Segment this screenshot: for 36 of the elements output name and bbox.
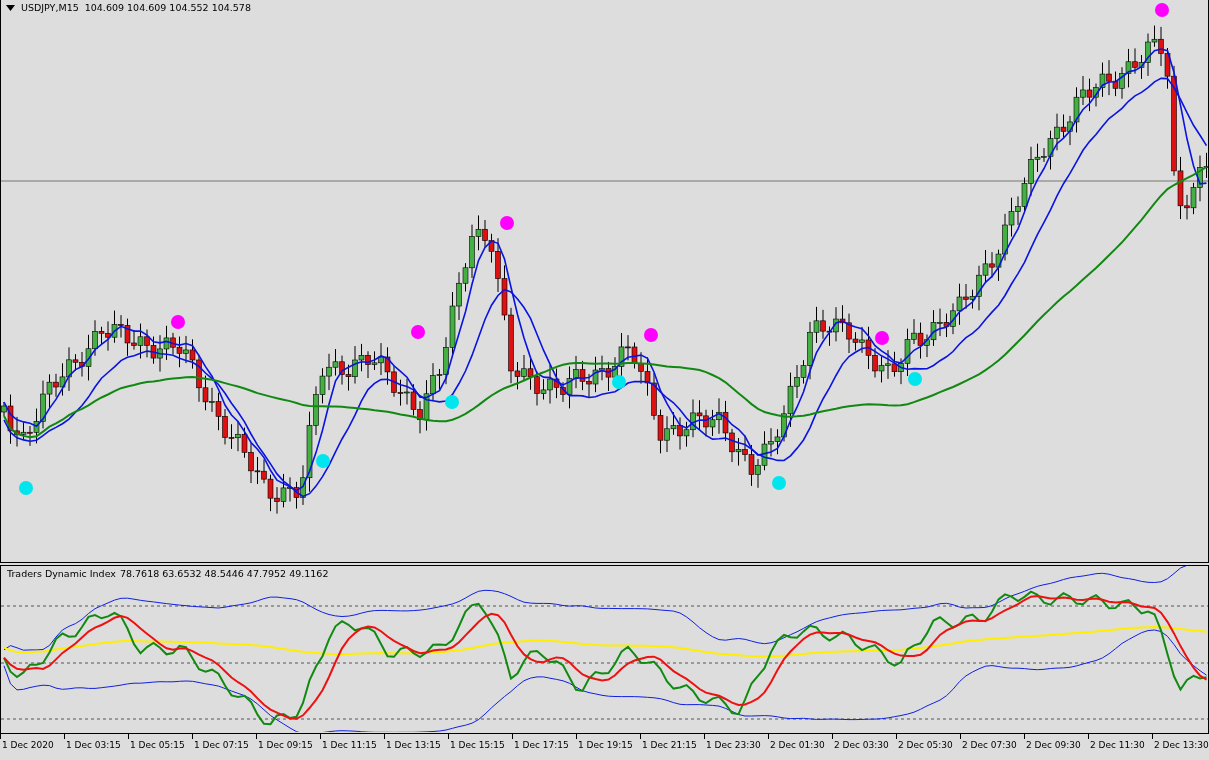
sell-signal-dot: [411, 325, 425, 339]
time-label: 1 Dec 23:30: [706, 740, 761, 751]
time-label: 1 Dec 21:15: [642, 740, 697, 751]
time-label: 1 Dec 17:15: [514, 740, 569, 751]
symbol-label: USDJPY,M15: [21, 2, 79, 13]
buy-signal-dot: [445, 395, 459, 409]
indicator-values: 78.7618 63.6532 48.5446 47.7952 49.1162: [119, 568, 329, 580]
time-label: 1 Dec 13:15: [386, 740, 441, 751]
time-label: 2 Dec 13:30: [1154, 740, 1209, 751]
sell-signal-dot: [644, 328, 658, 342]
time-label: 2 Dec 07:30: [962, 740, 1017, 751]
time-label: 2 Dec 05:30: [898, 740, 953, 751]
buy-signal-dot: [612, 375, 626, 389]
buy-signal-dot: [19, 481, 33, 495]
sell-signal-dot: [875, 331, 889, 345]
time-label: 1 Dec 03:15: [66, 740, 121, 751]
indicator-name: Traders Dynamic Index: [7, 568, 116, 580]
time-label: 2 Dec 11:30: [1090, 740, 1145, 751]
time-label: 2 Dec 01:30: [770, 740, 825, 751]
time-label: 1 Dec 2020: [2, 740, 54, 751]
sell-signal-dot: [171, 315, 185, 329]
time-label: 1 Dec 07:15: [194, 740, 249, 751]
time-label: 1 Dec 05:15: [130, 740, 185, 751]
time-label: 1 Dec 19:15: [578, 740, 633, 751]
sell-signal-dot: [1155, 3, 1169, 17]
buy-signal-dot: [908, 372, 922, 386]
time-label: 2 Dec 03:30: [834, 740, 889, 751]
price-values: 104.609 104.609 104.552 104.578: [84, 2, 251, 13]
time-label: 1 Dec 11:15: [322, 740, 377, 751]
time-label: 2 Dec 09:30: [1026, 740, 1081, 751]
dropdown-triangle-icon[interactable]: [6, 4, 15, 11]
time-label: 1 Dec 09:15: [258, 740, 313, 751]
buy-signal-dot: [772, 476, 786, 490]
time-label: 1 Dec 15:15: [450, 740, 505, 751]
sell-signal-dot: [500, 216, 514, 230]
buy-signal-dot: [316, 454, 330, 468]
